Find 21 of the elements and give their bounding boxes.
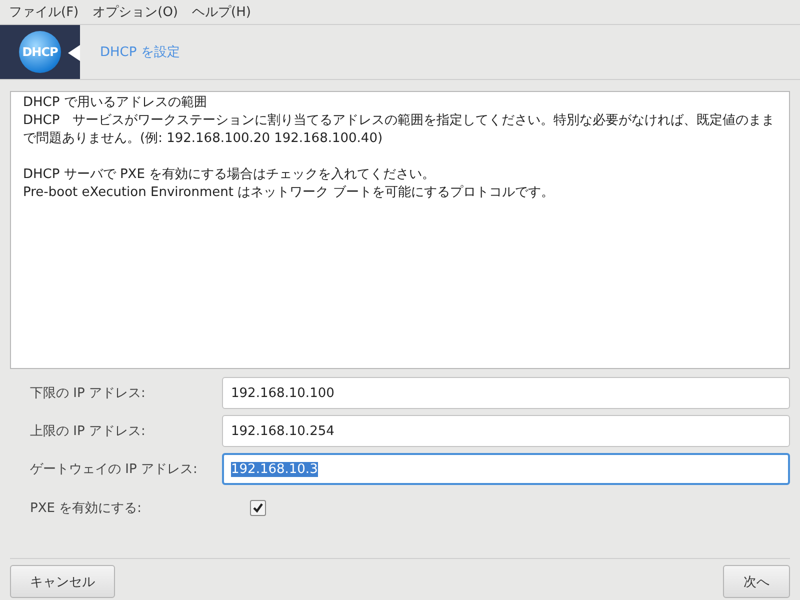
description-text: DHCP サーバで PXE を有効にする場合はチェックを入れてください。 bbox=[23, 166, 436, 184]
field-label: 下限の IP アドレス: bbox=[30, 385, 146, 402]
description-text: DHCP サービスがワークステーションに割り当てるアドレスの範囲を指定してください。特別な必要がなければ、既定値のままで問題ありません。(例: 192.168.100.20 192.168.100.40) bbox=[23, 112, 776, 148]
dhcp-logo: DHCP bbox=[19, 31, 61, 73]
pointer-icon bbox=[68, 45, 80, 61]
page-title: DHCP を設定 bbox=[100, 44, 180, 61]
checkbox[interactable] bbox=[250, 500, 266, 516]
check-icon bbox=[252, 502, 264, 514]
description-text: Pre-boot eXecution Environment はネットワーク ブートを可能にするプロトコルです。 bbox=[23, 184, 555, 202]
ip-field[interactable]: 192.168.10.100 bbox=[222, 377, 790, 409]
cancel-button[interactable]: キャンセル bbox=[10, 565, 115, 598]
menu-item[interactable]: オプション(O) bbox=[86, 3, 186, 21]
ip-field[interactable]: 192.168.10.254 bbox=[222, 415, 790, 447]
menu-item[interactable]: ファイル(F) bbox=[2, 3, 86, 21]
description-text: DHCP で用いるアドレスの範囲 bbox=[23, 94, 208, 112]
field-label: ゲートウェイの IP アドレス: bbox=[30, 461, 198, 478]
field-label: PXE を有効にする: bbox=[30, 500, 142, 517]
ip-field[interactable]: 192.168.10.3 bbox=[222, 453, 790, 485]
next-button[interactable]: 次へ bbox=[723, 565, 790, 598]
field-label: 上限の IP アドレス: bbox=[30, 423, 146, 440]
menu-item[interactable]: ヘルプ(H) bbox=[185, 3, 258, 21]
